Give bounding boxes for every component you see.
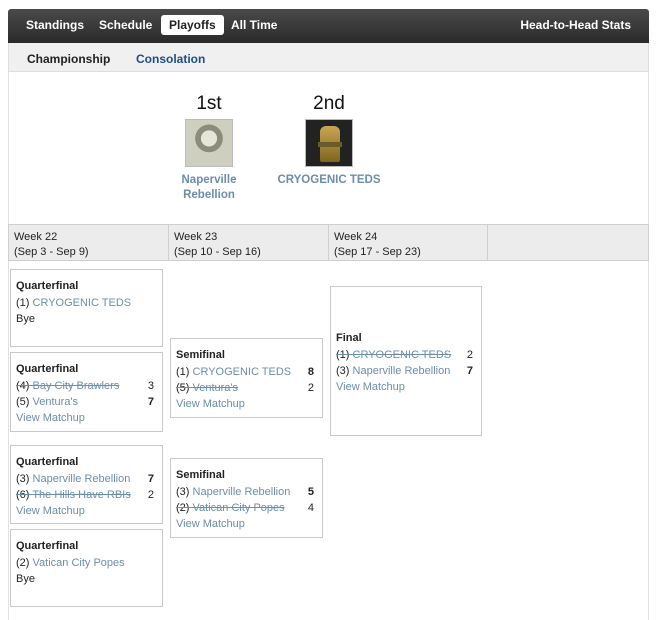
seed: (1)	[16, 297, 30, 309]
seed: (2)	[16, 557, 30, 569]
seed: (2)	[176, 502, 190, 514]
team-line: (1) CRYOGENIC TEDS	[16, 295, 156, 311]
head-to-head-stats-link[interactable]: Head-to-Head Stats	[520, 18, 631, 32]
first-place-team-name-line2[interactable]: Rebellion	[169, 188, 249, 203]
bye-label: Bye	[16, 573, 35, 585]
score: 2	[147, 489, 154, 501]
score: 8	[307, 366, 314, 378]
team-link[interactable]: CRYOGENIC TEDS	[353, 349, 452, 361]
score: 2	[466, 349, 473, 361]
round-label: Quarterfinal	[16, 280, 79, 292]
quarterfinal-3-box: Quarterfinal (3) Naperville Rebellion 7 …	[10, 445, 163, 524]
first-place-rank: 1st	[196, 93, 222, 114]
tab-schedule[interactable]: Schedule	[99, 18, 152, 32]
team-link[interactable]: Vatican City Popes	[33, 557, 125, 569]
second-place: 2nd CRYOGENIC TEDS	[271, 93, 387, 188]
round-label: Semifinal	[176, 349, 225, 361]
quarterfinal-4-box: Quarterfinal (2) Vatican City Popes Bye	[10, 529, 163, 607]
seed: (6)	[16, 489, 30, 501]
week-22-header: Week 22 (Sep 3 - Sep 9)	[9, 225, 169, 260]
week-label: Week 24	[334, 231, 378, 243]
seed: (1)	[336, 349, 350, 361]
seed: (3)	[336, 365, 350, 377]
seed: (5)	[16, 396, 30, 408]
team-link[interactable]: Ventura's	[193, 382, 239, 394]
week-24-header: Week 24 (Sep 17 - Sep 23)	[329, 225, 488, 260]
view-matchup-link[interactable]: View Matchup	[176, 516, 316, 532]
view-matchup-link[interactable]: View Matchup	[16, 410, 156, 426]
seed: (4)	[16, 380, 30, 392]
team-line-winner: (3) Naperville Rebellion 5	[176, 484, 316, 500]
team-link[interactable]: Ventura's	[33, 396, 79, 408]
second-place-team-logo[interactable]	[305, 119, 353, 167]
team-link[interactable]: Naperville Rebellion	[33, 473, 131, 485]
team-line-eliminated: (4) Bay City Brawlers 3	[16, 378, 156, 394]
semifinal-2-box: Semifinal (3) Naperville Rebellion 5 (2)…	[170, 458, 323, 538]
team-line-winner: (1) CRYOGENIC TEDS 8	[176, 364, 316, 380]
week-23-header: Week 23 (Sep 10 - Sep 16)	[169, 225, 329, 260]
playoff-subnav: Championship Consolation	[8, 43, 649, 72]
second-place-rank: 2nd	[313, 93, 345, 114]
score: 7	[147, 396, 154, 408]
quarterfinal-2-box: Quarterfinal (4) Bay City Brawlers 3 (5)…	[10, 352, 163, 432]
team-line-winner: (3) Naperville Rebellion 7	[336, 363, 475, 379]
tab-consolation[interactable]: Consolation	[136, 52, 205, 66]
week-dates: (Sep 3 - Sep 9)	[14, 246, 89, 258]
team-line-winner: (5) Ventura's 7	[16, 394, 156, 410]
tab-all-time[interactable]: All Time	[231, 18, 277, 32]
semifinal-1-box: Semifinal (1) CRYOGENIC TEDS 8 (5) Ventu…	[170, 338, 323, 418]
team-line-eliminated: (5) Ventura's 2	[176, 380, 316, 396]
view-matchup-link[interactable]: View Matchup	[16, 503, 156, 519]
team-link[interactable]: Bay City Brawlers	[33, 380, 120, 392]
week-dates: (Sep 10 - Sep 16)	[174, 246, 261, 258]
score: 2	[307, 382, 314, 394]
tab-championship[interactable]: Championship	[27, 52, 110, 66]
tab-playoffs[interactable]: Playoffs	[161, 15, 224, 35]
tab-standings[interactable]: Standings	[26, 18, 84, 32]
score: 4	[307, 502, 314, 514]
team-line-winner: (3) Naperville Rebellion 7	[16, 471, 156, 487]
score: 7	[466, 365, 473, 377]
score: 5	[307, 486, 314, 498]
second-place-team-name[interactable]: CRYOGENIC TEDS	[271, 173, 387, 188]
team-link[interactable]: Vatican City Popes	[193, 502, 285, 514]
first-place: 1st Naperville Rebellion	[169, 93, 249, 203]
seed: (1)	[176, 366, 190, 378]
first-place-team-name-line1[interactable]: Naperville	[169, 173, 249, 188]
bye-label: Bye	[16, 313, 35, 325]
team-line-eliminated: (2) Vatican City Popes 4	[176, 500, 316, 516]
week-dates: (Sep 17 - Sep 23)	[334, 246, 421, 258]
podium: 1st Naperville Rebellion 2nd CRYOGENIC T…	[8, 72, 649, 224]
team-link[interactable]: Naperville Rebellion	[353, 365, 451, 377]
team-link[interactable]: Naperville Rebellion	[193, 486, 291, 498]
view-matchup-link[interactable]: View Matchup	[176, 396, 316, 412]
view-matchup-link[interactable]: View Matchup	[336, 379, 475, 395]
score: 7	[147, 473, 154, 485]
round-label: Semifinal	[176, 469, 225, 481]
round-label: Quarterfinal	[16, 540, 79, 552]
seed: (3)	[16, 473, 30, 485]
week-label: Week 23	[174, 231, 218, 243]
team-line-eliminated: (1) CRYOGENIC TEDS 2	[336, 347, 475, 363]
seed: (5)	[176, 382, 190, 394]
team-link[interactable]: CRYOGENIC TEDS	[193, 366, 292, 378]
top-nav-bar: Standings Schedule Playoffs All Time Hea…	[8, 9, 649, 43]
round-label: Quarterfinal	[16, 363, 79, 375]
seed: (3)	[176, 486, 190, 498]
team-link[interactable]: CRYOGENIC TEDS	[33, 297, 132, 309]
round-label: Quarterfinal	[16, 456, 79, 468]
team-link[interactable]: The Hills Have RBIs	[32, 489, 130, 501]
quarterfinal-1-box: Quarterfinal (1) CRYOGENIC TEDS Bye	[10, 269, 163, 347]
team-line-eliminated: (6) The Hills Have RBIs 2	[16, 487, 156, 503]
team-line: (2) Vatican City Popes	[16, 555, 156, 571]
final-box: Final (1) CRYOGENIC TEDS 2 (3) Napervill…	[330, 286, 482, 436]
week-label: Week 22	[14, 231, 58, 243]
week-header-row: Week 22 (Sep 3 - Sep 9) Week 23 (Sep 10 …	[8, 224, 649, 261]
score: 3	[147, 380, 154, 392]
round-label: Final	[336, 332, 362, 344]
first-place-team-logo[interactable]	[185, 119, 233, 167]
